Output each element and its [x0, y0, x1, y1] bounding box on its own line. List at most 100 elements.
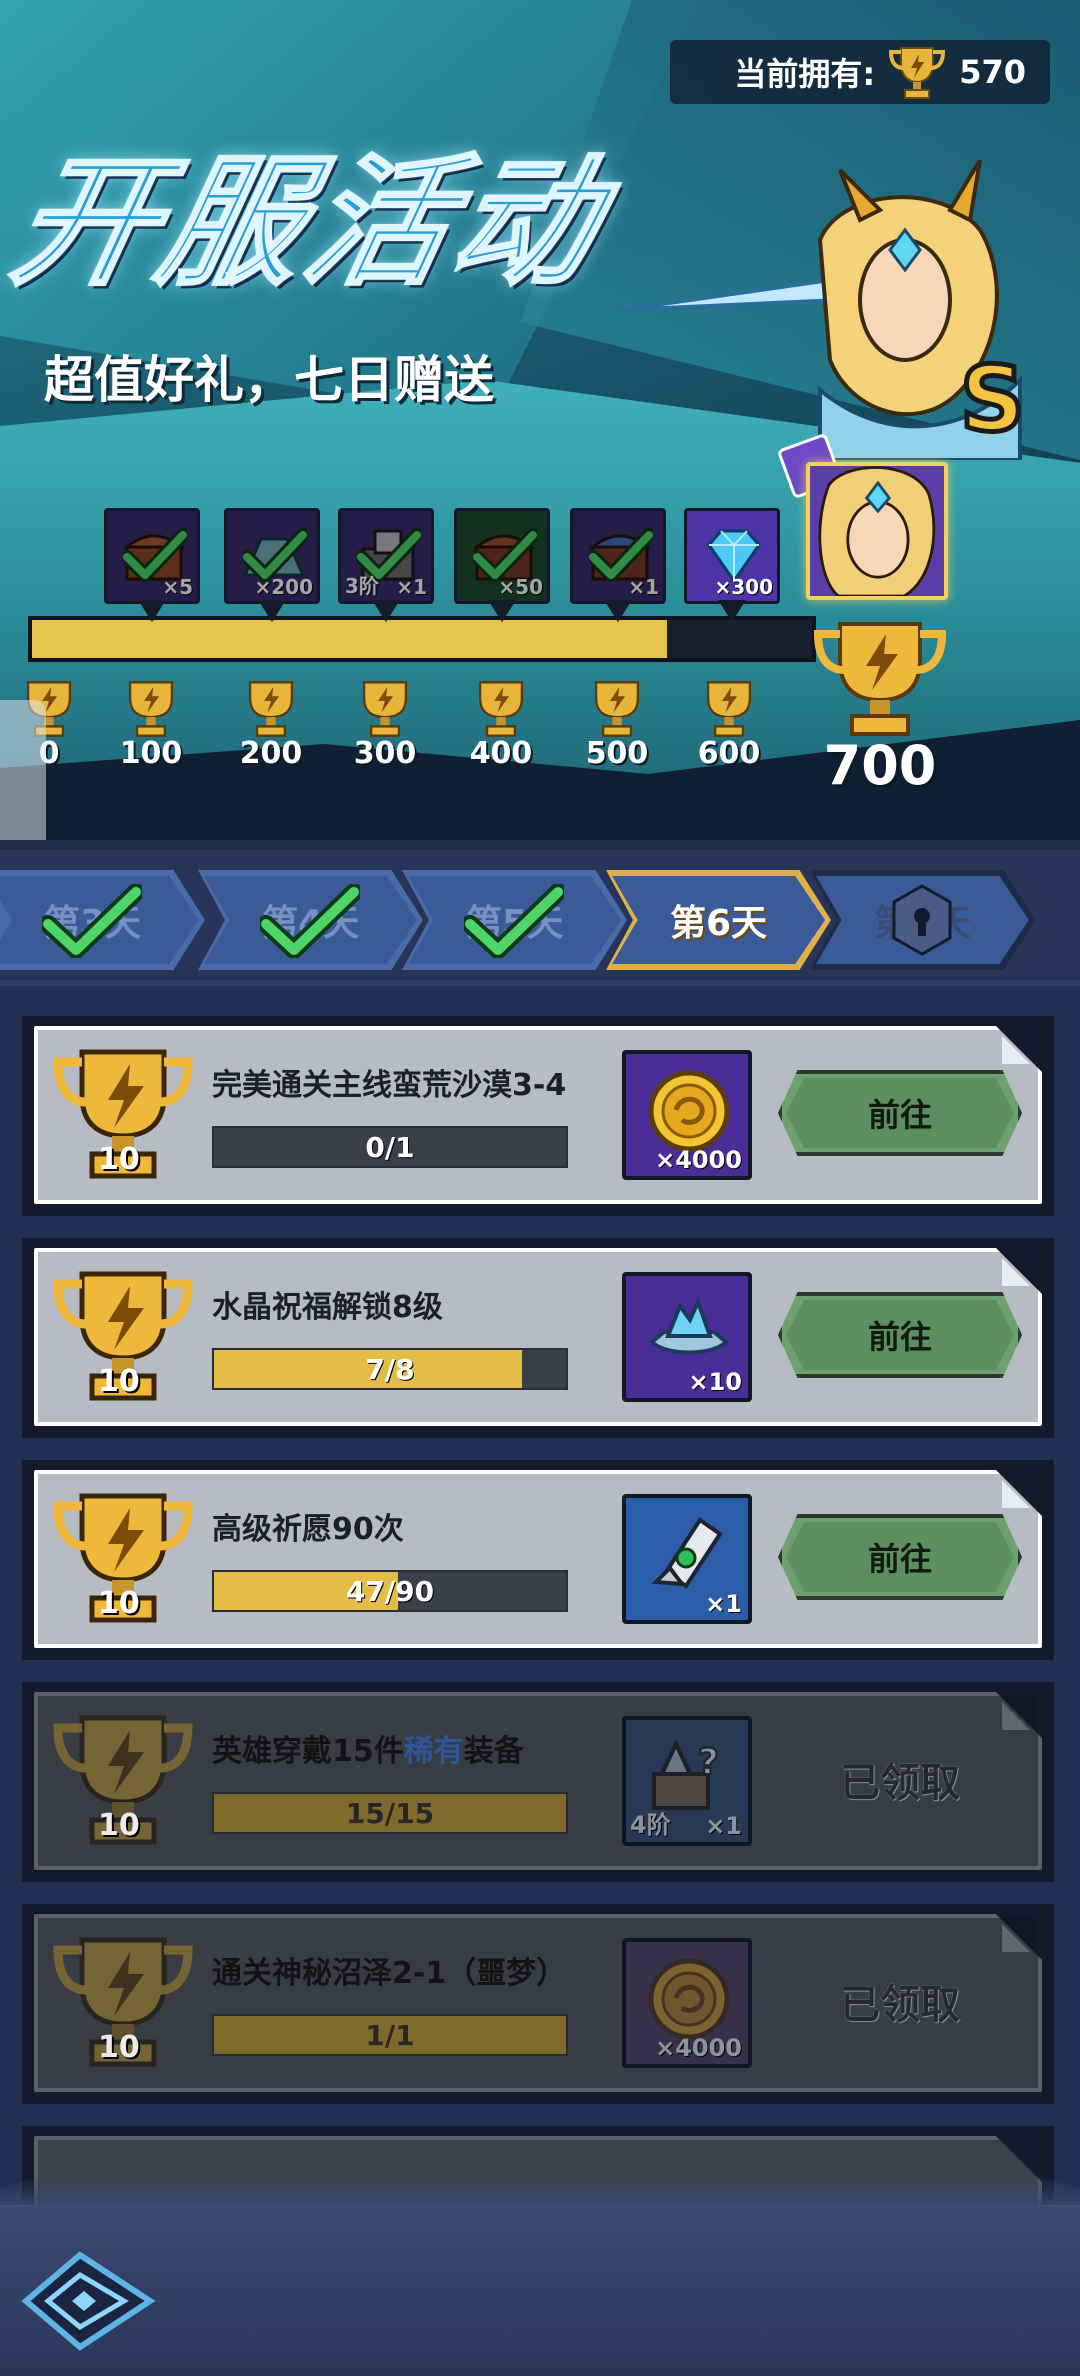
milestone: 200: [226, 680, 316, 771]
lock-icon: [892, 884, 952, 956]
check-icon: [357, 528, 421, 582]
go-button[interactable]: 前往: [778, 1292, 1022, 1378]
tab-day-3[interactable]: 第3天: [0, 870, 205, 970]
milestone-reward[interactable]: 3阶 ×1: [338, 508, 434, 604]
quest-reward[interactable]: ×4000: [622, 1050, 752, 1180]
final-milestone: 700: [800, 620, 960, 797]
tab-day-5[interactable]: 第5天: [402, 870, 627, 970]
check-icon: [260, 884, 360, 958]
quest-progress-text: 15/15: [345, 1796, 435, 1830]
progress-pointer: [138, 600, 166, 622]
reward-qty: ×1: [628, 575, 659, 599]
final-milestone-value: 700: [823, 734, 937, 797]
check-icon: [473, 528, 537, 582]
claimed-status: 已领取: [840, 1760, 960, 1806]
quest-card: 10 英雄穿戴15件稀有装备 15/15 ? 4阶 ×1 已领取: [22, 1682, 1054, 1882]
quest-points: 10: [98, 2030, 140, 2065]
quest-title: 通关神秘沼泽2-1（噩梦）: [212, 1956, 567, 1991]
hero-artwork: S: [620, 160, 1027, 460]
milestone-value: 200: [239, 736, 303, 771]
quest-reward[interactable]: ×1: [622, 1494, 752, 1624]
quest-progress-bar: 0/1: [212, 1126, 568, 1168]
equipment-chest-icon: [361, 529, 415, 581]
go-button-label: 前往: [867, 1096, 932, 1134]
trophy-progress-bar: [28, 616, 816, 662]
quest-points: 10: [98, 1364, 140, 1399]
quest-title-prefix: 英雄穿戴15件: [212, 1734, 404, 1769]
milestone: 300: [340, 680, 430, 771]
check-icon: [243, 528, 307, 582]
quest-card: 10 高级祈愿90次 47/90 ×1 前往: [22, 1460, 1054, 1660]
scroll-icon: [651, 1517, 723, 1589]
tab-day-7[interactable]: 第7天: [810, 870, 1035, 970]
trophy-icon: [478, 681, 524, 737]
reward-qty: ×1: [705, 1812, 742, 1840]
quest-progress-bar: 15/15: [212, 1792, 568, 1834]
milestone-reward[interactable]: ×50: [454, 508, 550, 604]
progress-pointer: [258, 600, 286, 622]
check-icon: [589, 528, 653, 582]
svg-text:S: S: [960, 347, 1025, 452]
go-button[interactable]: 前往: [778, 1070, 1022, 1156]
milestone-reward[interactable]: ×5: [104, 508, 200, 604]
svg-text:?: ?: [698, 1742, 719, 1783]
quest-progress-bar: 47/90: [212, 1570, 568, 1612]
go-button-label: 前往: [867, 1318, 932, 1356]
tab-day-4[interactable]: 第4天: [198, 870, 423, 970]
milestone: 600: [684, 680, 774, 771]
reward-qty: ×300: [714, 575, 773, 599]
owned-trophies: 当前拥有: 570: [670, 40, 1050, 104]
trophy-icon: [362, 681, 408, 737]
milestone-value: 100: [119, 736, 183, 771]
gold-coin-icon: [648, 1958, 730, 2040]
reward-tier: 4阶: [630, 1811, 671, 1839]
check-icon: [42, 884, 142, 958]
trophy-icon: [248, 681, 294, 737]
milestone-reward[interactable]: ×1: [570, 508, 666, 604]
quest-card: 10 水晶祝福解锁8级 7/8 ×10 前往: [22, 1238, 1054, 1438]
milestone-reward[interactable]: ×300: [684, 508, 780, 604]
progress-pointer: [488, 600, 516, 622]
gem-pile-icon: [242, 537, 306, 577]
quest-reward[interactable]: ? 4阶 ×1: [622, 1716, 752, 1846]
owned-count: 570: [959, 53, 1026, 91]
quest-reward[interactable]: ×4000: [622, 1938, 752, 2068]
trophy-icon: [128, 681, 174, 737]
tab-label: 第6天: [669, 903, 768, 944]
quest-card: 10 通关神秘沼泽2-1（噩梦） 1/1 ×4000 已领取: [22, 1904, 1054, 2104]
reward-qty: ×5: [162, 575, 193, 599]
quest-progress-text: 0/1: [365, 1130, 415, 1164]
check-icon: [123, 528, 187, 582]
reward-tier: 3阶: [345, 574, 379, 598]
quest-title: 英雄穿戴15件稀有装备: [212, 1726, 524, 1770]
hero-reward[interactable]: [806, 462, 948, 600]
quest-progress-bar: 1/1: [212, 2014, 568, 2056]
back-arrow-icon[interactable]: [18, 2249, 158, 2353]
quest-reward[interactable]: ×10: [622, 1272, 752, 1402]
event-banner: 当前拥有: 570 开服活动 超值好礼，七日赠送 S ×5 ×200 3阶 ×1…: [0, 0, 1080, 840]
side-drawer-handle[interactable]: [0, 700, 46, 840]
quest-progress-bar: 7/8: [212, 1348, 568, 1390]
quest-progress-text: 47/90: [345, 1574, 435, 1608]
chest-icon: [122, 534, 186, 581]
progress-pointer: [718, 600, 746, 622]
day-tabs: 第3天 第4天 第5天 第6天 第7天: [0, 850, 1080, 980]
quest-list[interactable]: 10 完美通关主线蛮荒沙漠3-4 0/1 ×4000 前往 10 水晶祝福解锁8…: [0, 980, 1080, 2205]
milestone-reward[interactable]: ×200: [224, 508, 320, 604]
quest-title: 高级祈愿90次: [212, 1512, 404, 1547]
go-button[interactable]: 前往: [778, 1514, 1022, 1600]
go-button-label: 前往: [867, 1540, 932, 1578]
tab-day-6[interactable]: 第6天: [606, 870, 831, 970]
milestone-value: 400: [469, 736, 533, 771]
reward-qty: ×10: [688, 1368, 742, 1396]
trophy-progress-fill: [32, 620, 667, 658]
gold-coin-icon: [648, 1070, 730, 1152]
reward-qty: ×4000: [655, 2034, 742, 2062]
milestone: 100: [106, 680, 196, 771]
blue-chest-icon: [588, 534, 652, 581]
quest-title: 水晶祝福解锁8级: [212, 1290, 443, 1325]
milestone-value: 300: [353, 736, 417, 771]
trophy-icon: [594, 681, 640, 737]
check-icon: [464, 884, 564, 958]
event-title: 开服活动: [0, 141, 620, 307]
